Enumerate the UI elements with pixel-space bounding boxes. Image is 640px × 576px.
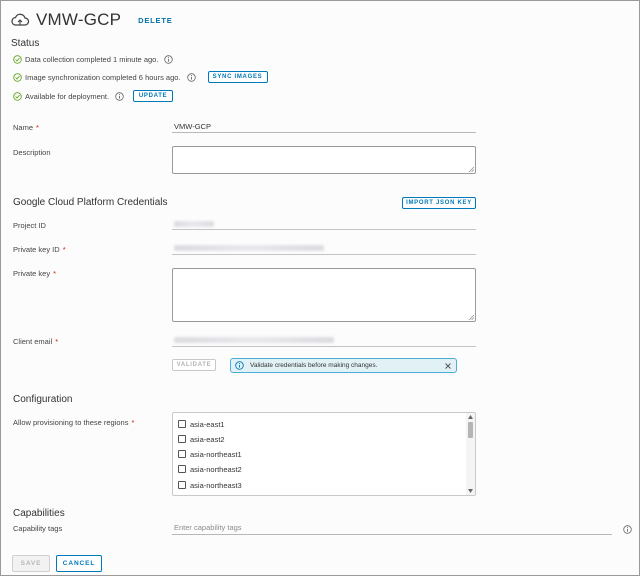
success-check-icon	[13, 91, 22, 101]
private-key-id-label: Private key ID *	[13, 245, 66, 254]
regions-label-text: Allow provisioning to these regions	[13, 418, 129, 427]
region-checkbox[interactable]	[178, 435, 186, 443]
status-item-data-collection: Data collection completed 1 minute ago.	[13, 52, 174, 66]
description-textarea[interactable]	[172, 146, 476, 174]
scrollbar-thumb[interactable]	[468, 422, 473, 438]
private-key-textarea[interactable]	[172, 268, 476, 322]
region-checkbox[interactable]	[178, 481, 186, 489]
success-check-icon	[13, 72, 22, 82]
info-alert: Validate credentials before making chang…	[230, 358, 457, 373]
info-icon[interactable]	[115, 91, 124, 101]
regions-scrollbar[interactable]	[466, 413, 475, 495]
scroll-up-icon[interactable]	[468, 415, 473, 419]
list-item[interactable]: asia-northeast2	[178, 463, 242, 475]
list-item[interactable]: asia-east1	[178, 418, 225, 430]
project-id-label: Project ID	[13, 221, 46, 230]
redacted-value	[174, 337, 334, 343]
page-title: VMW-GCP	[36, 10, 122, 29]
alert-text: Validate credentials before making chang…	[250, 362, 378, 369]
regions-label: Allow provisioning to these regions *	[13, 418, 134, 427]
regions-list: asia-east1 asia-east2 asia-northeast1 as…	[172, 412, 476, 496]
page-frame: VMW-GCP DELETE Status Data collection co…	[0, 0, 640, 576]
redacted-value	[174, 221, 214, 227]
status-section-title: Status	[11, 38, 40, 49]
required-asterisk: *	[36, 123, 39, 132]
region-checkbox[interactable]	[178, 450, 186, 458]
private-key-id-label-text: Private key ID	[13, 245, 60, 254]
update-button[interactable]: UPDATE	[133, 90, 174, 102]
save-button[interactable]: SAVE	[12, 555, 50, 572]
import-json-key-button[interactable]: IMPORT JSON KEY	[402, 197, 476, 209]
region-label: asia-northeast2	[190, 464, 242, 474]
close-icon[interactable]	[444, 362, 452, 370]
required-asterisk: *	[62, 245, 66, 254]
status-text: Image synchronization completed 6 hours …	[25, 72, 181, 82]
required-asterisk: *	[53, 269, 57, 278]
required-asterisk: *	[55, 337, 59, 346]
delete-button[interactable]: DELETE	[138, 16, 172, 25]
region-label: asia-northeast3	[190, 480, 242, 490]
private-key-label: Private key *	[13, 269, 56, 278]
success-check-icon	[13, 54, 22, 64]
list-item[interactable]: asia-east2	[178, 433, 225, 445]
validate-button[interactable]: VALIDATE	[172, 359, 216, 371]
info-icon	[235, 361, 244, 370]
region-label: asia-east1	[190, 419, 225, 429]
resize-grip-icon[interactable]	[468, 314, 474, 320]
scroll-down-icon[interactable]	[468, 489, 473, 493]
name-label-text: Name	[13, 123, 34, 132]
cancel-button[interactable]: CANCEL	[56, 555, 102, 572]
client-email-label-text: Client email	[13, 337, 53, 346]
client-email-field[interactable]	[172, 334, 476, 347]
required-asterisk: *	[131, 418, 135, 427]
client-email-label: Client email *	[13, 337, 58, 346]
name-field[interactable]	[172, 120, 476, 133]
info-icon[interactable]	[623, 525, 632, 534]
list-item[interactable]: asia-northeast1	[178, 448, 242, 460]
status-text: Available for deployment.	[25, 91, 110, 101]
private-key-id-field[interactable]	[172, 242, 476, 255]
credentials-section-title: Google Cloud Platform Credentials	[13, 197, 168, 208]
capabilities-section-title: Capabilities	[13, 508, 65, 519]
region-label: asia-northeast1	[190, 449, 242, 459]
capability-tags-input[interactable]	[172, 521, 612, 535]
info-icon[interactable]	[164, 54, 174, 64]
list-item[interactable]: asia-northeast3	[178, 479, 242, 491]
status-text: Data collection completed 1 minute ago.	[25, 54, 159, 64]
private-key-label-text: Private key	[13, 269, 51, 278]
name-label: Name *	[13, 123, 39, 132]
region-checkbox[interactable]	[178, 465, 186, 473]
page-header: VMW-GCP DELETE	[10, 9, 173, 31]
cloud-sync-icon	[10, 12, 30, 28]
configuration-section-title: Configuration	[13, 394, 73, 405]
region-label: asia-east2	[190, 434, 225, 444]
description-label: Description	[13, 148, 51, 157]
info-icon[interactable]	[186, 72, 196, 82]
status-item-availability: Available for deployment. UPDATE	[13, 89, 174, 103]
redacted-value	[174, 245, 324, 251]
region-checkbox[interactable]	[178, 420, 186, 428]
capability-tags-label: Capability tags	[13, 524, 63, 533]
sync-images-button[interactable]: SYNC IMAGES	[207, 71, 268, 83]
status-item-image-sync: Image synchronization completed 6 hours …	[13, 70, 268, 84]
project-id-field[interactable]	[172, 219, 476, 230]
resize-grip-icon[interactable]	[468, 166, 474, 172]
